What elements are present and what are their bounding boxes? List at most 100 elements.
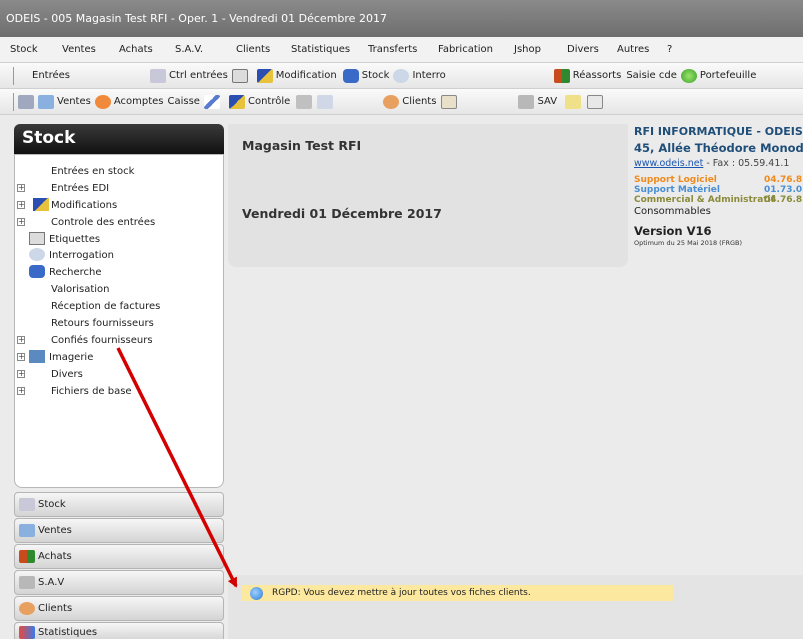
menu-achats[interactable]: Achats [119, 44, 175, 55]
menu-autres[interactable]: Autres [617, 44, 667, 55]
website-link[interactable]: www.odeis.net [634, 158, 703, 169]
portefeuille-icon [680, 68, 697, 83]
saisie-cde-button[interactable]: Saisie cde [626, 70, 677, 81]
sav-button[interactable]: SAV [518, 94, 558, 109]
tree-item-recherche[interactable]: Recherche [15, 264, 223, 281]
portefeuille-button[interactable]: Portefeuille [680, 68, 757, 83]
reassorts-button[interactable]: Réassorts [553, 68, 621, 83]
stock-nav-icon [19, 498, 35, 511]
expand-icon[interactable]: + [17, 352, 25, 361]
tree-item-entrees-en-stock[interactable]: Entrées en stock [15, 163, 223, 180]
menu-statistiques[interactable]: Statistiques [291, 44, 368, 55]
scanner-icon[interactable] [317, 94, 334, 109]
tree-item-modifications[interactable]: + Modifications [15, 197, 223, 214]
interro-button[interactable]: Interro [393, 68, 446, 83]
nav-statistiques-button[interactable]: Statistiques [14, 622, 224, 639]
tree-item-label: Entrées en stock [51, 165, 135, 177]
expand-icon[interactable]: + [17, 369, 25, 378]
left-panel: Stock Entrées en stock + Entrées EDI + Mod… [14, 124, 224, 639]
support-materiel-phone: 01.73.0 [764, 185, 803, 195]
nav-ventes-button[interactable]: Ventes [14, 518, 224, 543]
achats-nav-icon [19, 550, 35, 563]
nav-clients-button[interactable]: Clients [14, 596, 224, 621]
menu-divers[interactable]: Divers [567, 44, 617, 55]
rgpd-notice[interactable]: RGPD: Vous devez mettre à jour toutes vo… [241, 585, 673, 601]
tree-item-entrees-edi[interactable]: + Entrées EDI [15, 180, 223, 197]
support-logiciel-label: Support Logiciel [634, 175, 717, 185]
tree-item-imagerie[interactable]: + Imagerie [15, 349, 223, 366]
clients-nav-icon [19, 602, 35, 615]
expand-icon[interactable]: + [17, 335, 25, 344]
message-icon[interactable] [587, 94, 604, 109]
tree-item-retours-fournisseurs[interactable]: Retours fournisseurs [15, 315, 223, 332]
menu-help[interactable]: ? [667, 44, 672, 55]
tree-item-label: Fichiers de base [51, 385, 132, 397]
expand-icon[interactable]: + [17, 386, 25, 395]
tree-item-fichiers-de-base[interactable]: + Fichiers de base [15, 383, 223, 400]
tree-item-confies-fournisseurs[interactable]: + Confiés fournisseurs [15, 332, 223, 349]
menu-clients[interactable]: Clients [236, 44, 291, 55]
menu-jshop[interactable]: Jshop [514, 44, 567, 55]
building-icon[interactable] [296, 94, 313, 109]
menu-stock[interactable]: Stock [10, 44, 62, 55]
expand-icon[interactable]: + [17, 183, 25, 192]
menu-transferts[interactable]: Transferts [368, 44, 438, 55]
nav-sav-button[interactable]: S.A.V [14, 570, 224, 595]
entrees-label: Entrées [32, 70, 70, 81]
clients-button[interactable]: Clients [383, 94, 460, 109]
sav-nav-icon [19, 576, 35, 589]
ventes-nav-icon [19, 524, 35, 537]
commercial-label: Commercial & Administratif [634, 195, 775, 205]
calendar-icon[interactable] [18, 94, 34, 109]
acomptes-icon [94, 94, 111, 109]
modification-button[interactable]: Modification [256, 68, 337, 83]
support-materiel-label: Support Matériel [634, 185, 720, 195]
consommables-label: Consommables [634, 206, 711, 217]
tree-item-etiquettes[interactable]: Etiquettes [15, 231, 223, 248]
menu-fabrication[interactable]: Fabrication [438, 44, 514, 55]
acomptes-button[interactable]: Acomptes [94, 94, 164, 109]
toolbar-ventes: Ventes Acomptes Caisse Contrôle Clients … [0, 89, 803, 115]
tree-item-label: Valorisation [51, 284, 110, 296]
tree-item-label: Retours fournisseurs [51, 317, 154, 329]
controle-button[interactable]: Contrôle [228, 94, 290, 109]
support-materiel-row: Support Matériel 01.73.0 [634, 185, 803, 195]
ventes-icon [38, 94, 54, 109]
portefeuille-label: Portefeuille [699, 70, 757, 81]
tree-item-interrogation[interactable]: Interrogation [15, 247, 223, 264]
ctrl-entrees-button[interactable]: Ctrl entrées [150, 68, 251, 83]
sav-icon [518, 94, 535, 109]
tree-item-label: Imagerie [49, 351, 94, 363]
rgpd-notice-text: RGPD: Vous devez mettre à jour toutes vo… [272, 588, 531, 598]
nav-achats-button[interactable]: Achats [14, 544, 224, 569]
tree-item-label: Réception de factures [51, 301, 161, 313]
notes-icon[interactable] [565, 94, 582, 109]
nav-stock-button[interactable]: Stock [14, 492, 224, 517]
book-icon [441, 94, 458, 109]
expand-icon[interactable]: + [17, 200, 25, 209]
caisse-button[interactable]: Caisse [168, 94, 223, 109]
sav-label: SAV [537, 96, 558, 107]
expand-icon[interactable]: + [17, 217, 25, 226]
tree-item-reception-factures[interactable]: Réception de factures [15, 298, 223, 315]
tree-item-label: Etiquettes [49, 233, 101, 245]
tree-item-divers[interactable]: + Divers [15, 366, 223, 383]
ventes-button[interactable]: Ventes [38, 94, 91, 109]
controle-icon [228, 94, 245, 109]
fax-text: - Fax : 05.59.41.1 [703, 158, 790, 169]
tree-item-label: Divers [51, 368, 83, 380]
info-icon [250, 586, 263, 600]
nav-label: Ventes [38, 525, 72, 536]
tree-item-controle-entrees[interactable]: + Controle des entrées [15, 214, 223, 231]
menu-sav[interactable]: S.A.V. [175, 44, 236, 55]
window-title: ODEIS - 005 Magasin Test RFI - Oper. 1 -… [6, 12, 387, 25]
support-logiciel-phone: 04.76.8 [764, 175, 803, 185]
toolbar-stock: Entrées Ctrl entrées Modification Stock … [0, 63, 803, 89]
nav-label: S.A.V [38, 577, 65, 588]
entrees-button[interactable]: Entrées [32, 70, 150, 81]
menu-ventes[interactable]: Ventes [62, 44, 119, 55]
search-person-icon [393, 68, 410, 83]
tree-item-valorisation[interactable]: Valorisation [15, 281, 223, 298]
menu-bar: Stock Ventes Achats S.A.V. Clients Stati… [0, 37, 803, 63]
stock-button[interactable]: Stock [342, 68, 389, 83]
